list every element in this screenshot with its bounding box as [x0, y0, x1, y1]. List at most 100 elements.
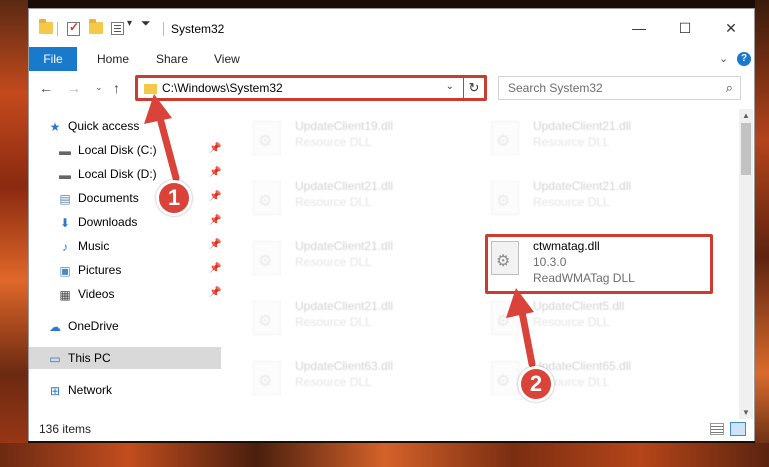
dll-file-icon	[491, 361, 519, 395]
title-bar: ▾ ⏷ System32 — ☐ ✕	[29, 9, 754, 47]
pin-icon: 📌	[209, 263, 222, 274]
address-path[interactable]: C:\Windows\System32	[162, 81, 283, 95]
file-name: UpdateClient21.dll	[533, 179, 632, 193]
forward-button[interactable]: →	[67, 80, 81, 96]
dll-file-icon	[253, 241, 281, 275]
chevron-down-icon[interactable]: ▾	[127, 18, 132, 29]
file-name: UpdateClient21.dll	[295, 239, 394, 253]
file-name: UpdateClient21.dll	[533, 119, 632, 133]
list-item[interactable]: UpdateClient21.dll Resource DLL	[483, 175, 713, 227]
details-view-icon[interactable]	[710, 423, 724, 435]
file-explorer-window: ▾ ⏷ System32 — ☐ ✕ File Home Share View …	[28, 8, 755, 441]
folder-icon	[144, 84, 157, 94]
tab-view[interactable]: View	[214, 47, 240, 71]
vertical-scrollbar[interactable]: ▲ ▼	[739, 109, 753, 419]
file-type: Resource DLL	[295, 315, 372, 329]
sidebar-item-label: Network	[68, 383, 113, 397]
list-item[interactable]: UpdateClient63.dll Resource DLL	[245, 355, 475, 407]
music-icon: ♪	[62, 239, 68, 254]
address-dropdown-icon[interactable]: ⌄	[446, 81, 454, 92]
file-type: Resource DLL	[533, 315, 610, 329]
refresh-button[interactable]: ↻	[463, 75, 487, 101]
minimize-button[interactable]: —	[616, 9, 662, 47]
search-icon[interactable]: ⌕	[726, 80, 733, 96]
sidebar-item-onedrive[interactable]: ☁ OneDrive	[47, 315, 119, 337]
large-icons-view-icon[interactable]	[730, 422, 746, 436]
dll-file-icon	[491, 301, 519, 335]
sidebar-item-label: Documents	[78, 191, 139, 205]
navigation-bar: ← → ⌄ ↑ C:\Windows\System32 ⌄ ↻ Search S…	[29, 73, 754, 105]
properties-check-icon[interactable]	[67, 20, 80, 36]
sidebar-item-local-disk-c[interactable]: ▬ Local Disk (C:)	[57, 139, 157, 161]
file-list: UpdateClient19.dll Resource DLL UpdateCl…	[221, 109, 739, 409]
sidebar-item-pictures[interactable]: ▣ Pictures	[57, 259, 121, 281]
tab-file[interactable]: File	[29, 47, 77, 71]
pin-icon: 📌	[209, 287, 222, 298]
list-item[interactable]: UpdateClient21.dll Resource DLL	[245, 175, 475, 227]
maximize-button[interactable]: ☐	[662, 9, 708, 47]
search-input[interactable]: Search System32	[508, 81, 603, 95]
status-bar: 136 items	[29, 419, 754, 441]
quick-access-toolbar-dropdown[interactable]: ⏷	[141, 16, 151, 31]
file-name: UpdateClient19.dll	[295, 119, 394, 133]
sidebar-item-videos[interactable]: ▦ Videos	[57, 283, 114, 305]
sidebar-item-label: Pictures	[78, 263, 122, 277]
sidebar-item-label: Music	[78, 239, 110, 253]
file-type: Resource DLL	[295, 135, 372, 149]
up-button[interactable]: ↑	[113, 80, 120, 96]
sidebar-item-this-pc[interactable]: ▭ This PC	[47, 347, 111, 369]
folder-icon	[39, 19, 53, 34]
file-type: Resource DLL	[533, 195, 610, 209]
scrollbar-thumb[interactable]	[741, 123, 751, 175]
tab-share[interactable]: Share	[156, 47, 188, 71]
file-type: Resource DLL	[295, 255, 372, 269]
search-box[interactable]: Search System32 ⌕	[498, 76, 741, 100]
file-highlight-box	[485, 234, 713, 294]
scroll-up-icon[interactable]: ▲	[742, 111, 750, 120]
recent-locations-dropdown[interactable]: ⌄	[95, 82, 103, 93]
close-button[interactable]: ✕	[708, 9, 754, 47]
new-folder-icon[interactable]	[89, 19, 103, 34]
sidebar-item-documents[interactable]: ▤ Documents	[57, 187, 139, 209]
tab-home[interactable]: Home	[97, 47, 129, 71]
list-item[interactable]: UpdateClient21.dll Resource DLL	[483, 115, 713, 167]
file-name: UpdateClient21.dll	[295, 179, 394, 193]
pictures-icon: ▣	[59, 263, 71, 278]
help-icon[interactable]: ?	[737, 52, 751, 66]
sidebar-item-label: Quick access	[68, 119, 140, 133]
list-item[interactable]: UpdateClient21.dll Resource DLL	[245, 295, 475, 347]
address-bar[interactable]: C:\Windows\System32 ⌄	[135, 75, 487, 101]
list-item[interactable]: UpdateClient5.dll Resource DLL	[483, 295, 713, 347]
step-2-callout: 2	[518, 366, 554, 402]
list-item[interactable]: UpdateClient19.dll Resource DLL	[245, 115, 475, 167]
pin-icon: 📌	[209, 215, 222, 226]
pin-icon: 📌	[209, 239, 222, 250]
file-name: UpdateClient63.dll	[295, 359, 394, 373]
file-type: Resource DLL	[533, 135, 610, 149]
scroll-down-icon[interactable]: ▼	[742, 408, 750, 417]
file-type: Resource DLL	[295, 375, 372, 389]
dll-file-icon	[491, 181, 519, 215]
sidebar-item-quick-access[interactable]: ★ Quick access	[47, 115, 140, 137]
desktop-background-bottom	[0, 443, 769, 467]
sidebar-item-local-disk-d[interactable]: ▬ Local Disk (D:)	[57, 163, 157, 185]
sidebar-item-label: Local Disk (D:)	[78, 167, 157, 181]
list-item[interactable]: UpdateClient21.dll Resource DLL	[245, 235, 475, 287]
sidebar-item-network[interactable]: ⊞ Network	[47, 379, 112, 401]
dll-file-icon	[253, 361, 281, 395]
file-name: UpdateClient5.dll	[533, 299, 625, 313]
network-icon: ⊞	[49, 383, 61, 398]
back-button[interactable]: ←	[39, 80, 53, 96]
star-icon: ★	[49, 119, 61, 134]
sidebar-item-label: This PC	[68, 351, 111, 365]
file-name: UpdateClient21.dll	[295, 299, 394, 313]
expand-ribbon-icon[interactable]: ⌄	[719, 52, 728, 65]
file-type: Resource DLL	[295, 195, 372, 209]
documents-icon: ▤	[59, 191, 71, 206]
sidebar-item-music[interactable]: ♪ Music	[57, 235, 109, 257]
sidebar-item-downloads[interactable]: ⬇ Downloads	[57, 211, 137, 233]
drive-icon: ▬	[59, 167, 71, 182]
cloud-icon: ☁	[49, 319, 61, 334]
computer-icon: ▭	[49, 351, 61, 366]
customize-toolbar-icon[interactable]	[111, 22, 124, 35]
